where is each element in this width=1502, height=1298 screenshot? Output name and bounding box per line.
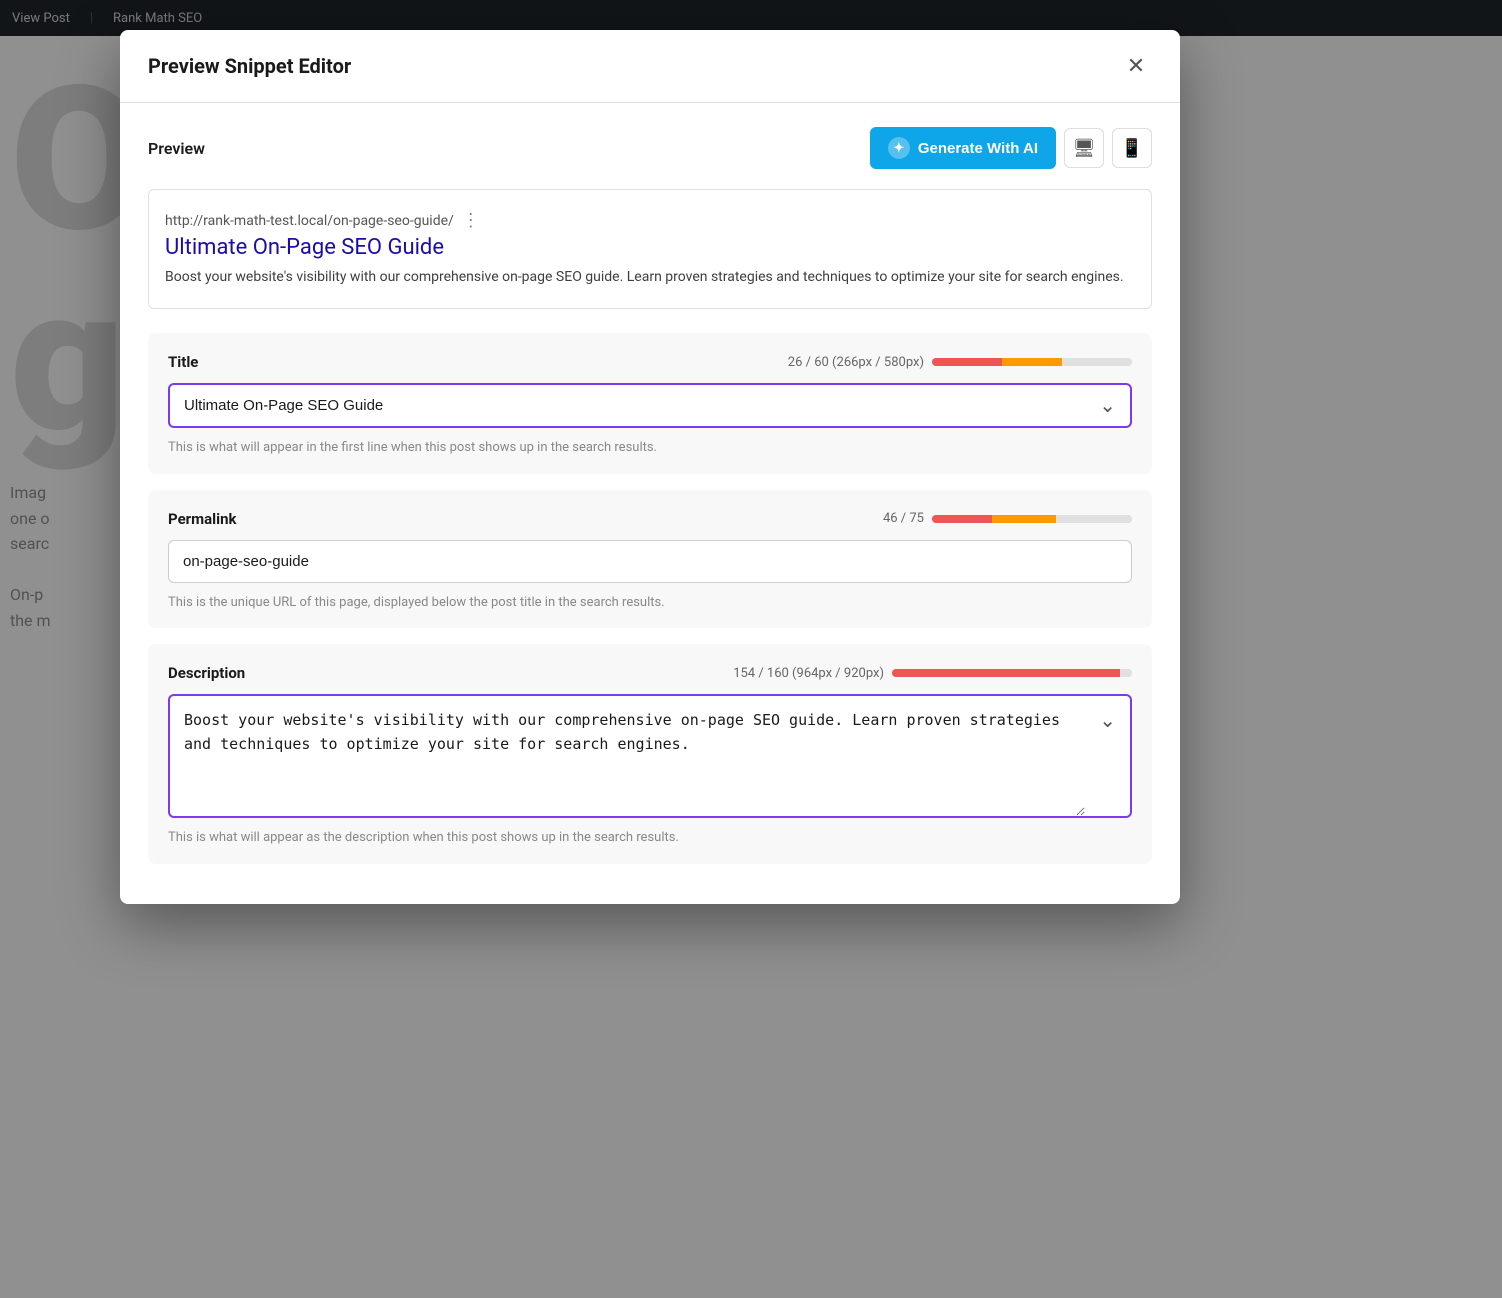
permalink-progress-seg3 [1032, 515, 1056, 523]
permalink-field-header: Permalink 46 / 75 [168, 510, 1132, 528]
title-progress-seg3 [1052, 358, 1062, 366]
search-preview-box: http://rank-math-test.local/on-page-seo-… [148, 189, 1152, 309]
title-input[interactable] [170, 385, 1085, 426]
description-field-section: Description 154 / 160 (964px / 920px) [148, 644, 1152, 864]
search-url-row: http://rank-math-test.local/on-page-seo-… [165, 210, 1135, 231]
generate-button-label: Generate With AI [918, 140, 1038, 157]
search-preview-title[interactable]: Ultimate On-Page SEO Guide [165, 235, 1135, 260]
description-field-header: Description 154 / 160 (964px / 920px) [168, 664, 1132, 682]
title-field-counter: 26 / 60 (266px / 580px) [788, 355, 1132, 370]
desc-progress-seg2 [940, 669, 988, 677]
chevron-down-icon: ⌄ [1099, 395, 1116, 417]
desc-progress-seg5 [1084, 669, 1120, 677]
permalink-field-label: Permalink [168, 510, 237, 528]
permalink-input[interactable] [168, 540, 1132, 583]
chevron-down-icon: ⌄ [1099, 710, 1116, 732]
description-dropdown-button[interactable]: ⌄ [1085, 696, 1130, 733]
modal-body: Preview ✦ Generate With AI 🖥 📱 http://ra… [120, 103, 1180, 904]
desktop-icon: 🖥 [1073, 138, 1096, 159]
title-progress-seg4 [1062, 358, 1132, 366]
permalink-progress-seg2 [992, 515, 1032, 523]
url-options-icon[interactable]: ⋮ [462, 210, 480, 231]
preview-actions: ✦ Generate With AI 🖥 📱 [870, 127, 1152, 169]
title-progress-bar [932, 358, 1132, 366]
title-progress-seg2 [1002, 358, 1052, 366]
title-counter-text: 26 / 60 (266px / 580px) [788, 355, 924, 370]
preview-section-label: Preview [148, 139, 205, 158]
mobile-icon: 📱 [1121, 138, 1143, 159]
mobile-view-button[interactable]: 📱 [1112, 128, 1152, 168]
search-preview-description: Boost your website's visibility with our… [165, 266, 1135, 288]
permalink-progress-seg1 [932, 515, 992, 523]
preview-snippet-editor-modal: Preview Snippet Editor ✕ Preview ✦ Gener… [120, 30, 1180, 904]
generate-with-ai-button[interactable]: ✦ Generate With AI [870, 127, 1056, 169]
title-field-section: Title 26 / 60 (266px / 580px) ⌄ Th [148, 333, 1152, 474]
close-icon: ✕ [1127, 53, 1145, 79]
title-field-hint: This is what will appear in the first li… [168, 438, 1132, 458]
description-counter-text: 154 / 160 (964px / 920px) [733, 666, 884, 681]
title-dropdown-button[interactable]: ⌄ [1085, 393, 1130, 418]
permalink-field-counter: 46 / 75 [883, 511, 1132, 526]
search-url-text: http://rank-math-test.local/on-page-seo-… [165, 213, 454, 229]
close-button[interactable]: ✕ [1120, 50, 1152, 82]
description-progress-bar [892, 669, 1132, 677]
permalink-progress-bar [932, 515, 1132, 523]
title-progress-seg1 [932, 358, 1002, 366]
title-input-wrapper: ⌄ [168, 383, 1132, 428]
desktop-view-button[interactable]: 🖥 [1064, 128, 1104, 168]
title-field-label: Title [168, 353, 198, 371]
modal-header: Preview Snippet Editor ✕ [120, 30, 1180, 103]
permalink-progress-seg4 [1056, 515, 1132, 523]
desc-progress-seg3 [988, 669, 1036, 677]
description-textarea[interactable] [170, 696, 1085, 816]
title-field-header: Title 26 / 60 (266px / 580px) [168, 353, 1132, 371]
modal-title: Preview Snippet Editor [148, 54, 351, 78]
description-input-wrapper: ⌄ [168, 694, 1132, 818]
desc-progress-seg-rest [1120, 669, 1132, 677]
desc-progress-seg4 [1036, 669, 1084, 677]
preview-header-row: Preview ✦ Generate With AI 🖥 📱 [148, 127, 1152, 169]
ai-icon: ✦ [888, 137, 910, 159]
permalink-field-hint: This is the unique URL of this page, dis… [168, 593, 1132, 613]
description-field-label: Description [168, 664, 245, 682]
description-field-counter: 154 / 160 (964px / 920px) [733, 666, 1132, 681]
description-field-hint: This is what will appear as the descript… [168, 828, 1132, 848]
desc-progress-seg1 [892, 669, 940, 677]
permalink-counter-text: 46 / 75 [883, 511, 924, 526]
permalink-field-section: Permalink 46 / 75 This is the unique URL… [148, 490, 1152, 629]
